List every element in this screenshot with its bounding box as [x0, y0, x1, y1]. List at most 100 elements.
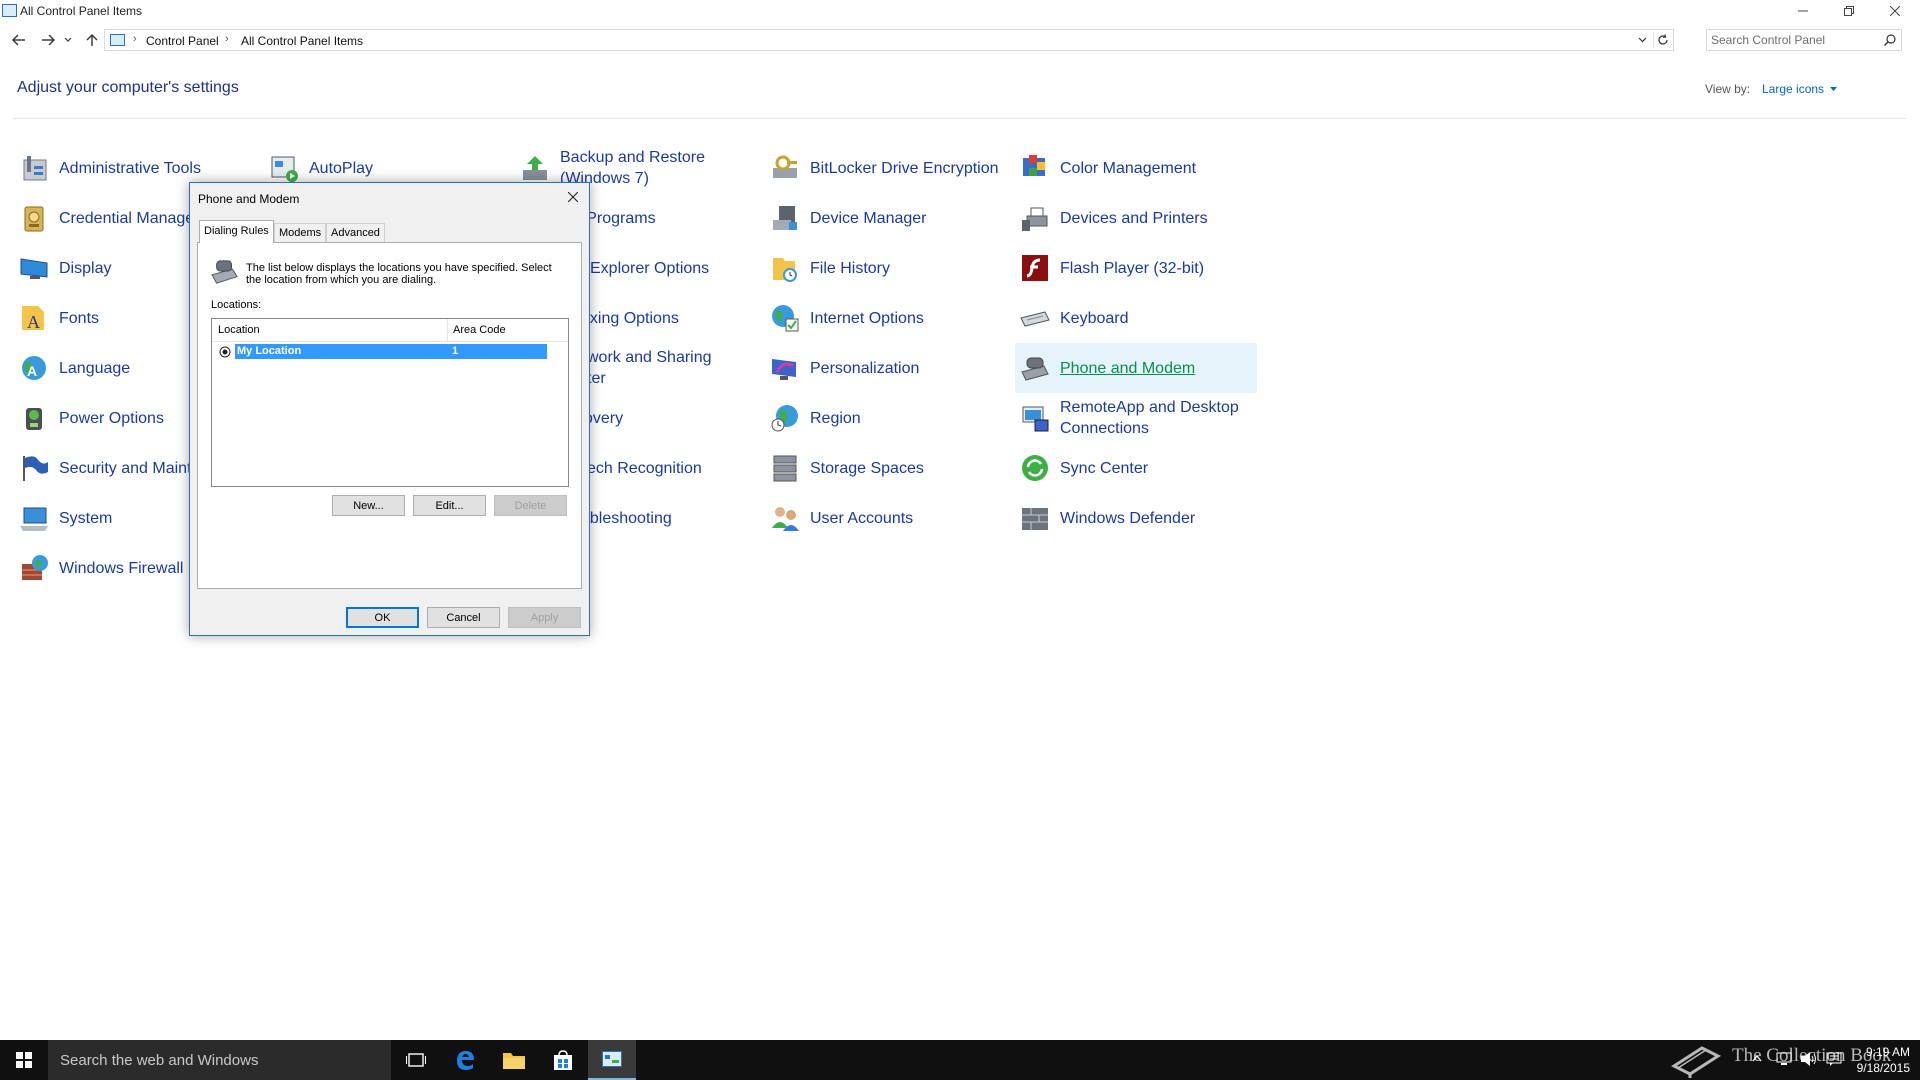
cancel-button[interactable]: Cancel [427, 607, 500, 628]
system-icon [20, 507, 48, 531]
item-power-options[interactable]: Power Options [14, 396, 164, 440]
forward-button[interactable] [39, 31, 57, 49]
radio-selected-icon[interactable] [219, 346, 231, 358]
ok-button[interactable]: OK [346, 607, 419, 628]
store-button[interactable] [539, 1040, 587, 1080]
item-label: AutoPlay [309, 159, 374, 177]
item-devices-and-printers[interactable]: Devices and Printers [1015, 196, 1208, 240]
volume-icon[interactable] [1800, 1051, 1818, 1067]
cell-location: My Location [237, 345, 302, 357]
column-area-code[interactable]: Area Code [453, 324, 506, 336]
item-label: Region [810, 409, 861, 427]
apply-button[interactable]: Apply [508, 607, 581, 628]
language-icon: A [22, 356, 46, 380]
new-location-button[interactable]: New... [332, 495, 405, 516]
item-credential-manager[interactable]: Credential Manage [14, 196, 194, 240]
item-display[interactable]: Display [14, 246, 111, 290]
recent-locations-button[interactable] [63, 31, 73, 49]
tab-modems[interactable]: Modems [274, 223, 327, 243]
chevron-down-icon[interactable] [1638, 37, 1647, 43]
item-storage-spaces[interactable]: Storage Spaces [765, 446, 924, 490]
close-button[interactable] [1872, 0, 1918, 22]
back-button[interactable] [10, 31, 28, 49]
item-windows-firewall[interactable]: Windows Firewall [14, 546, 183, 590]
taskbar: Search the web and Windows The Collectio… [0, 1040, 1920, 1080]
item-phone-and-modem[interactable]: Phone and Modem [1015, 343, 1257, 393]
item-bitlocker[interactable]: BitLocker Drive Encryption [765, 146, 999, 190]
item-user-accounts[interactable]: User Accounts [765, 496, 913, 540]
item-personalization[interactable]: Personalization [765, 346, 919, 390]
taskbar-search-box[interactable]: Search the web and Windows [48, 1040, 391, 1080]
item-color-management[interactable]: Color Management [1015, 146, 1196, 190]
task-view-icon [406, 1053, 426, 1067]
color-management-icon [1023, 155, 1045, 176]
column-separator[interactable] [447, 319, 448, 341]
network-icon[interactable] [1776, 1052, 1792, 1066]
column-location[interactable]: Location [218, 324, 260, 336]
item-fonts[interactable]: A Fonts [14, 296, 99, 340]
view-by-dropdown[interactable]: Large icons [1762, 82, 1838, 96]
item-windows-defender[interactable]: Windows Defender [1015, 496, 1195, 540]
chevron-right-icon: › [133, 33, 137, 45]
search-icon[interactable] [1884, 34, 1896, 46]
back-arrow-icon [12, 34, 25, 46]
user-accounts-icon [772, 507, 799, 531]
close-icon [568, 192, 578, 202]
view-by-value: Large icons [1762, 82, 1825, 96]
windows-defender-icon [1022, 508, 1048, 530]
item-file-history[interactable]: File History [765, 246, 890, 290]
item-system[interactable]: System [14, 496, 112, 540]
phone-modem-dialog: Phone and Modem Dialing Rules Modems Adv… [189, 182, 590, 636]
clock[interactable]: 9:19 AM 9/18/2015 [1857, 1044, 1910, 1076]
start-button[interactable] [0, 1040, 48, 1080]
file-history-icon [773, 258, 797, 282]
edit-location-button[interactable]: Edit... [413, 495, 486, 516]
search-input[interactable] [1711, 32, 1871, 48]
address-bar[interactable]: › Control Panel › All Control Panel Item… [104, 29, 1674, 51]
show-hidden-icons-button[interactable] [1752, 1054, 1762, 1062]
search-box[interactable] [1706, 29, 1902, 51]
breadcrumb-all-items[interactable]: All Control Panel Items [241, 34, 363, 48]
keyboard-icon [1020, 311, 1050, 327]
item-region[interactable]: Region [765, 396, 861, 440]
refresh-icon[interactable] [1657, 34, 1669, 46]
control-panel-taskbar-button[interactable] [588, 1040, 636, 1080]
restore-button[interactable] [1826, 0, 1872, 22]
item-security-and-maintenance[interactable]: Security and Maint [14, 446, 192, 490]
devices-printers-icon [1022, 207, 1048, 231]
navigation-bar: › Control Panel › All Control Panel Item… [0, 27, 1920, 53]
edge-browser-button[interactable] [441, 1040, 489, 1080]
locations-list[interactable]: Location Area Code My Location 1 [211, 318, 569, 487]
remoteapp-icon [1022, 406, 1049, 432]
item-administrative-tools[interactable]: Administrative Tools [14, 146, 201, 190]
tab-dialing-rules[interactable]: Dialing Rules [199, 220, 274, 243]
item-label: Keyboard [1060, 309, 1129, 327]
minimize-button[interactable] [1780, 0, 1826, 22]
item-internet-options[interactable]: Internet Options [765, 296, 924, 340]
device-manager-icon [773, 206, 797, 230]
delete-location-button[interactable]: Delete [494, 495, 567, 516]
item-label: ubleshooting [581, 509, 672, 527]
breadcrumb-control-panel[interactable]: Control Panel [146, 34, 219, 48]
item-label: exing Options [581, 309, 679, 327]
file-explorer-button[interactable] [490, 1040, 538, 1080]
up-button[interactable] [83, 31, 101, 49]
credential-manager-icon [24, 206, 44, 232]
action-center-icon[interactable] [1826, 1052, 1842, 1066]
tab-advanced[interactable]: Advanced [326, 223, 385, 243]
dialog-close-button[interactable] [563, 187, 583, 207]
item-language[interactable]: A Language [14, 346, 130, 390]
item-label: Display [59, 259, 112, 277]
item-flash-player[interactable]: Flash Player (32-bit) [1015, 246, 1204, 290]
item-device-manager[interactable]: Device Manager [765, 196, 927, 240]
item-remoteapp[interactable]: RemoteApp and Desktop Connections [1015, 396, 1239, 440]
item-sync-center[interactable]: Sync Center [1015, 446, 1148, 490]
item-keyboard[interactable]: Keyboard [1015, 296, 1129, 340]
item-label: Administrative Tools [59, 159, 201, 177]
list-row[interactable]: My Location 1 [215, 344, 547, 359]
item-label: work and Sharing ter [587, 349, 712, 387]
edge-browser-icon [457, 1051, 474, 1070]
close-icon [1890, 6, 1900, 16]
task-view-button[interactable] [392, 1040, 440, 1080]
item-label: Devices and Printers [1060, 209, 1208, 227]
